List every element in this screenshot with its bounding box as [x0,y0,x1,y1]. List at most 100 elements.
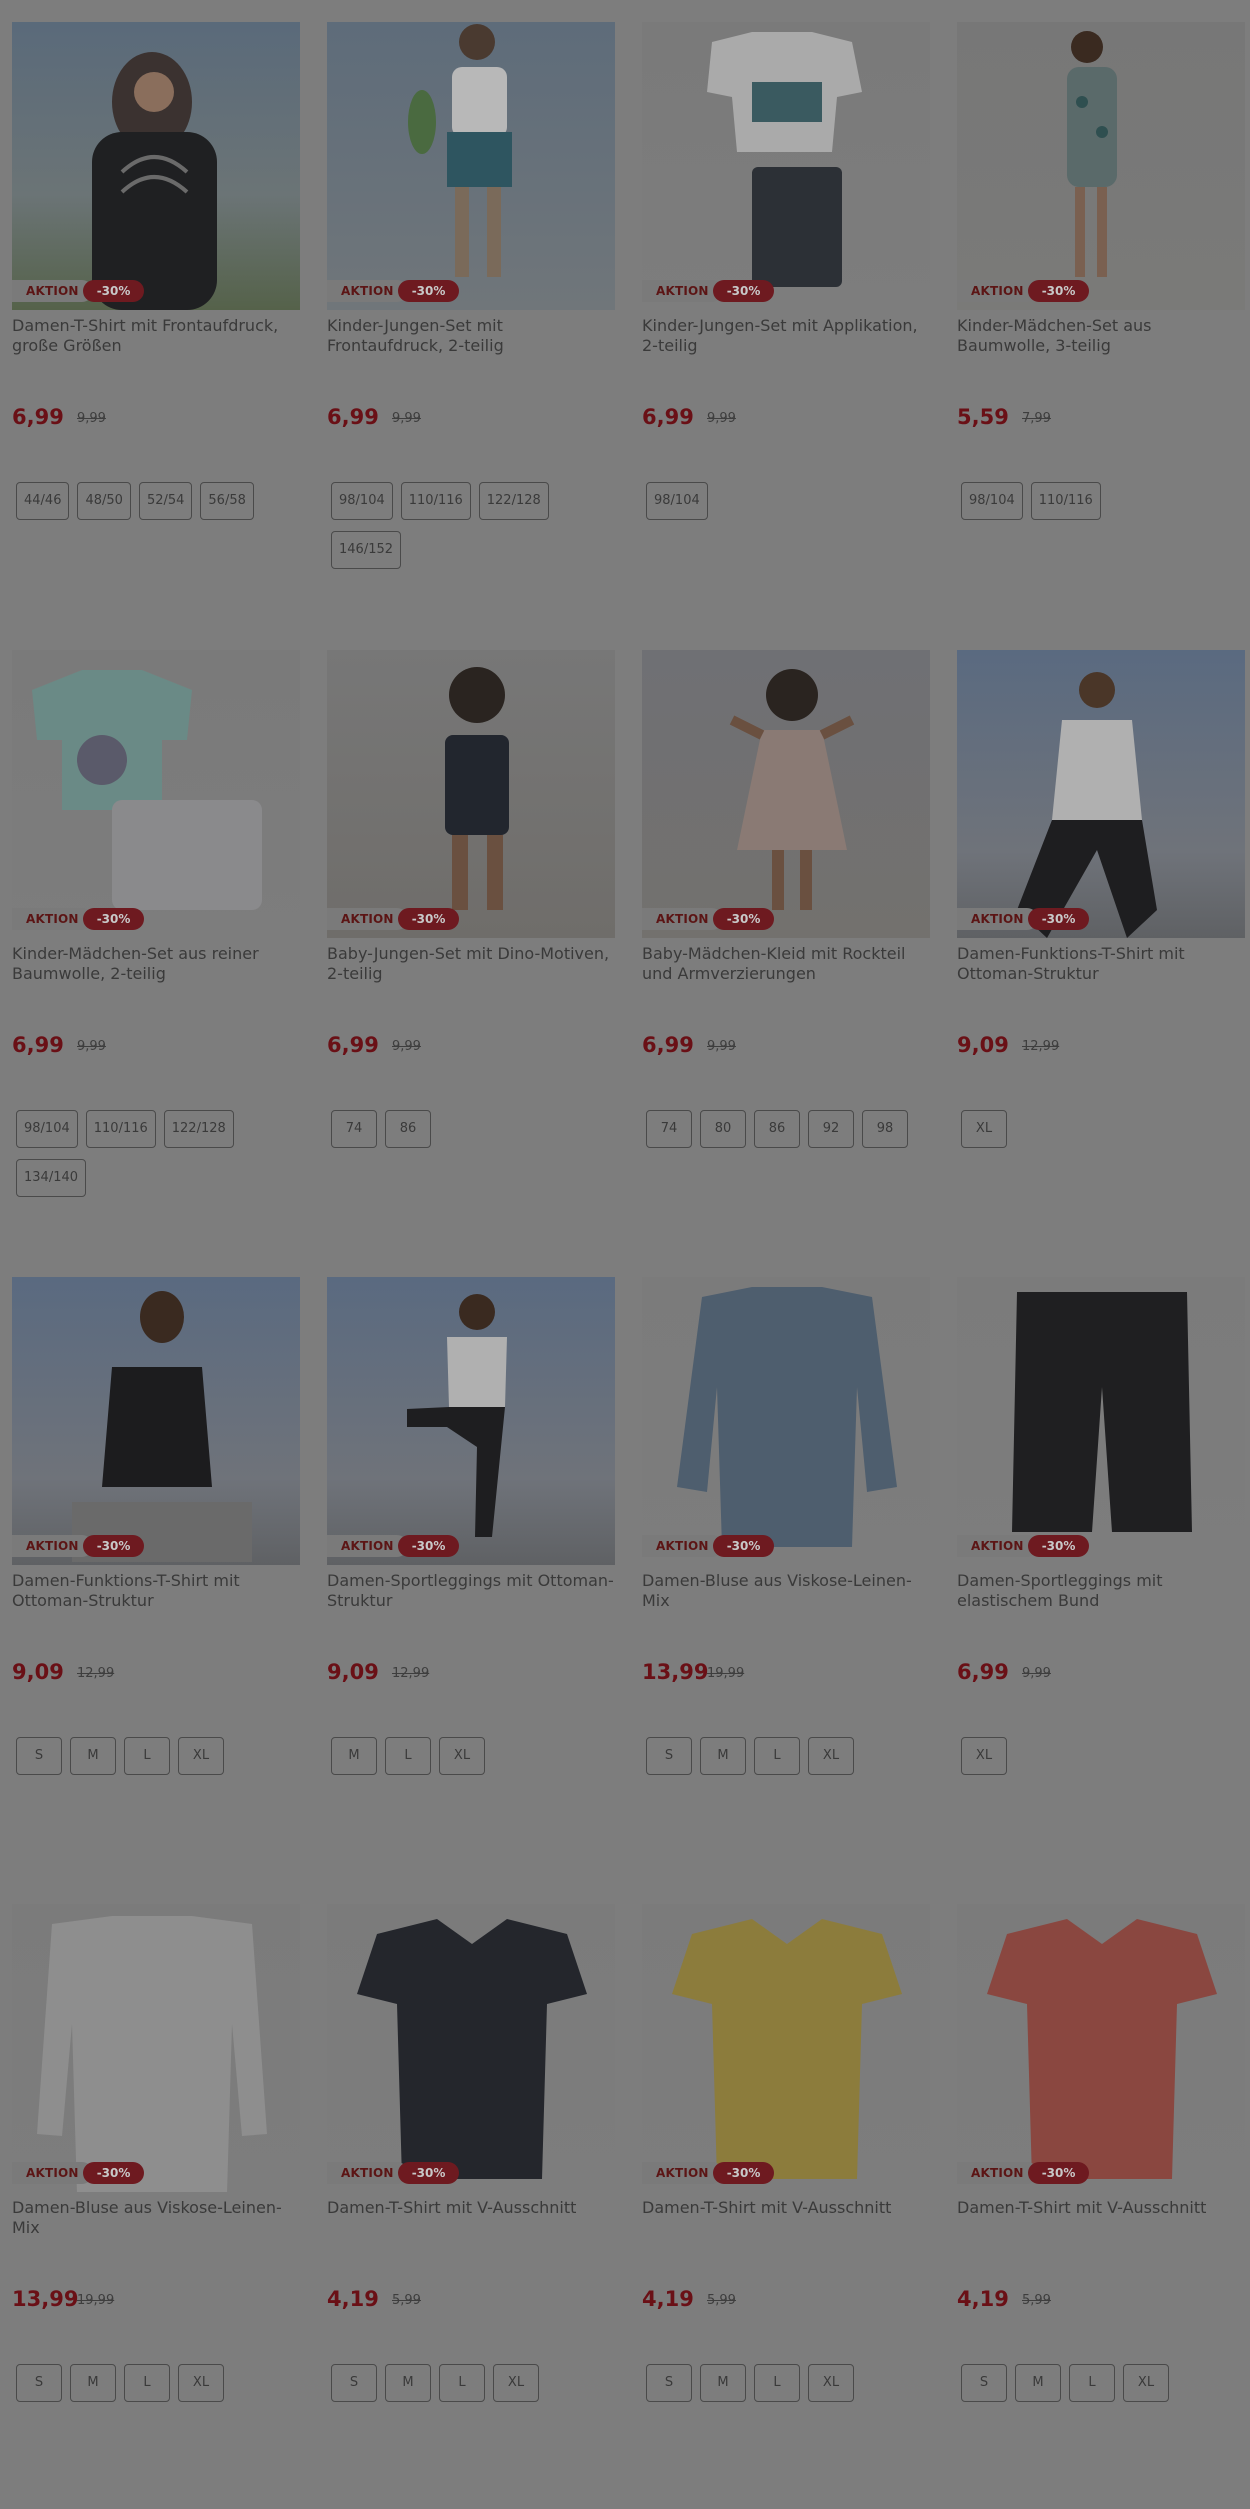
size-option[interactable]: 98/104 [331,482,393,520]
product-image[interactable]: AKTION -30% [327,22,615,310]
size-option[interactable]: M [70,1737,116,1775]
product-image[interactable]: AKTION -30% [642,1904,930,2192]
product-card[interactable]: AKTION -30% Baby-Mädchen-Kleid mit Rockt… [642,650,932,1250]
size-option[interactable]: L [1069,2364,1115,2402]
size-option[interactable]: XL [808,2364,854,2402]
product-image[interactable]: AKTION -30% [957,22,1245,310]
product-card[interactable]: AKTION -30% Damen-Sportleggings mit elas… [957,1277,1247,1877]
size-option[interactable]: M [331,1737,377,1775]
size-option[interactable]: L [754,1737,800,1775]
size-option[interactable]: S [646,2364,692,2402]
size-option[interactable]: 98/104 [961,482,1023,520]
product-image[interactable]: AKTION -30% [327,650,615,938]
product-title[interactable]: Damen-Bluse aus Viskose-Leinen-Mix [12,2198,302,2238]
product-image[interactable]: AKTION -30% [957,1277,1245,1565]
size-option[interactable]: 74 [331,1110,377,1148]
product-title[interactable]: Kinder-Jungen-Set mit Frontaufdruck, 2-t… [327,316,617,356]
product-image[interactable]: AKTION -30% [642,1277,930,1565]
product-image[interactable]: AKTION -30% [642,22,930,310]
product-card[interactable]: AKTION -30% Baby-Jungen-Set mit Dino-Mot… [327,650,617,1250]
product-card[interactable]: AKTION -30% Damen-T-Shirt mit Frontaufdr… [12,22,302,622]
size-option[interactable]: XL [961,1737,1007,1775]
size-option[interactable]: XL [178,2364,224,2402]
size-option[interactable]: S [16,2364,62,2402]
product-image[interactable]: AKTION -30% [12,650,300,938]
product-title[interactable]: Damen-Funktions-T-Shirt mit Ottoman-Stru… [957,944,1247,984]
size-option[interactable]: XL [493,2364,539,2402]
size-option[interactable]: 56/58 [200,482,254,520]
product-title[interactable]: Baby-Jungen-Set mit Dino-Motiven, 2-teil… [327,944,617,984]
size-option[interactable]: M [70,2364,116,2402]
product-title[interactable]: Damen-Sportleggings mit elastischem Bund [957,1571,1247,1611]
product-card[interactable]: AKTION -30% Damen-Funktions-T-Shirt mit … [12,1277,302,1877]
size-option[interactable]: L [754,2364,800,2402]
product-card[interactable]: AKTION -30% Damen-T-Shirt mit V-Ausschni… [642,1904,932,2504]
size-option[interactable]: XL [808,1737,854,1775]
product-card[interactable]: AKTION -30% Damen-T-Shirt mit V-Ausschni… [327,1904,617,2504]
product-title[interactable]: Damen-T-Shirt mit V-Ausschnitt [327,2198,617,2218]
size-option[interactable]: XL [439,1737,485,1775]
size-option[interactable]: 48/50 [77,482,131,520]
product-image[interactable]: AKTION -30% [12,22,300,310]
product-title[interactable]: Damen-Bluse aus Viskose-Leinen-Mix [642,1571,932,1611]
product-image[interactable]: AKTION -30% [327,1277,615,1565]
size-option[interactable]: 134/140 [16,1159,87,1197]
product-image[interactable]: AKTION -30% [957,1904,1245,2192]
product-title[interactable]: Baby-Mädchen-Kleid mit Rockteil und Armv… [642,944,932,984]
size-option[interactable]: 52/54 [138,482,193,520]
badge-group: AKTION -30% [642,908,775,930]
size-option[interactable]: 146/152 [331,531,402,569]
product-title[interactable]: Damen-Sportleggings mit Ottoman-Struktur [327,1571,617,1611]
size-option[interactable]: XL [961,1110,1007,1148]
size-option[interactable]: L [439,2364,485,2402]
product-card[interactable]: AKTION -30% Kinder-Mädchen-Set aus reine… [12,650,302,1250]
size-option[interactable]: L [124,1737,170,1775]
size-option[interactable]: S [331,2364,377,2402]
product-image[interactable]: AKTION -30% [642,650,930,938]
product-title[interactable]: Kinder-Jungen-Set mit Applikation, 2-tei… [642,316,932,356]
product-card[interactable]: AKTION -30% Damen-Funktions-T-Shirt mit … [957,650,1247,1250]
size-option[interactable]: S [961,2364,1007,2402]
product-card[interactable]: AKTION -30% Damen-Sportleggings mit Otto… [327,1277,617,1877]
size-option[interactable]: 110/116 [85,1110,156,1148]
size-option[interactable]: M [1015,2364,1061,2402]
size-option[interactable]: M [385,2364,431,2402]
size-option[interactable]: 74 [646,1110,692,1148]
size-option[interactable]: M [700,1737,746,1775]
product-card[interactable]: AKTION -30% Kinder-Mädchen-Set aus Baumw… [957,22,1247,622]
product-card[interactable]: AKTION -30% Damen-Bluse aus Viskose-Lein… [642,1277,932,1877]
size-option[interactable]: S [646,1737,692,1775]
product-card[interactable]: AKTION -30% Damen-Bluse aus Viskose-Lein… [12,1904,302,2504]
product-image[interactable]: AKTION -30% [12,1904,300,2192]
product-image[interactable]: AKTION -30% [957,650,1245,938]
size-option[interactable]: 98/104 [16,1110,78,1148]
size-option[interactable]: XL [178,1737,224,1775]
product-title[interactable]: Damen-T-Shirt mit V-Ausschnitt [642,2198,932,2218]
size-option[interactable]: 80 [700,1110,746,1148]
product-card[interactable]: AKTION -30% Kinder-Jungen-Set mit Applik… [642,22,932,622]
size-option[interactable]: 98 [862,1110,908,1148]
size-option[interactable]: 98/104 [646,482,708,520]
size-option[interactable]: 86 [385,1110,431,1148]
product-card[interactable]: AKTION -30% Damen-T-Shirt mit V-Ausschni… [957,1904,1247,2504]
size-option[interactable]: 110/116 [400,482,471,520]
size-option[interactable]: 44/46 [16,482,70,520]
size-option[interactable]: XL [1123,2364,1169,2402]
size-option[interactable]: 122/128 [478,482,549,520]
size-option[interactable]: 122/128 [163,1110,234,1148]
product-title[interactable]: Kinder-Mädchen-Set aus reiner Baumwolle,… [12,944,302,984]
size-option[interactable]: M [700,2364,746,2402]
product-card[interactable]: AKTION -30% Kinder-Jungen-Set mit Fronta… [327,22,617,622]
product-title[interactable]: Damen-Funktions-T-Shirt mit Ottoman-Stru… [12,1571,302,1611]
size-option[interactable]: 86 [754,1110,800,1148]
product-title[interactable]: Kinder-Mädchen-Set aus Baumwolle, 3-teil… [957,316,1247,356]
product-image[interactable]: AKTION -30% [327,1904,615,2192]
size-option[interactable]: L [124,2364,170,2402]
product-title[interactable]: Damen-T-Shirt mit Frontaufdruck, große G… [12,316,302,356]
product-title[interactable]: Damen-T-Shirt mit V-Ausschnitt [957,2198,1247,2218]
product-image[interactable]: AKTION -30% [12,1277,300,1565]
size-option[interactable]: 110/116 [1030,482,1101,520]
size-option[interactable]: S [16,1737,62,1775]
size-option[interactable]: L [385,1737,431,1775]
size-option[interactable]: 92 [808,1110,854,1148]
